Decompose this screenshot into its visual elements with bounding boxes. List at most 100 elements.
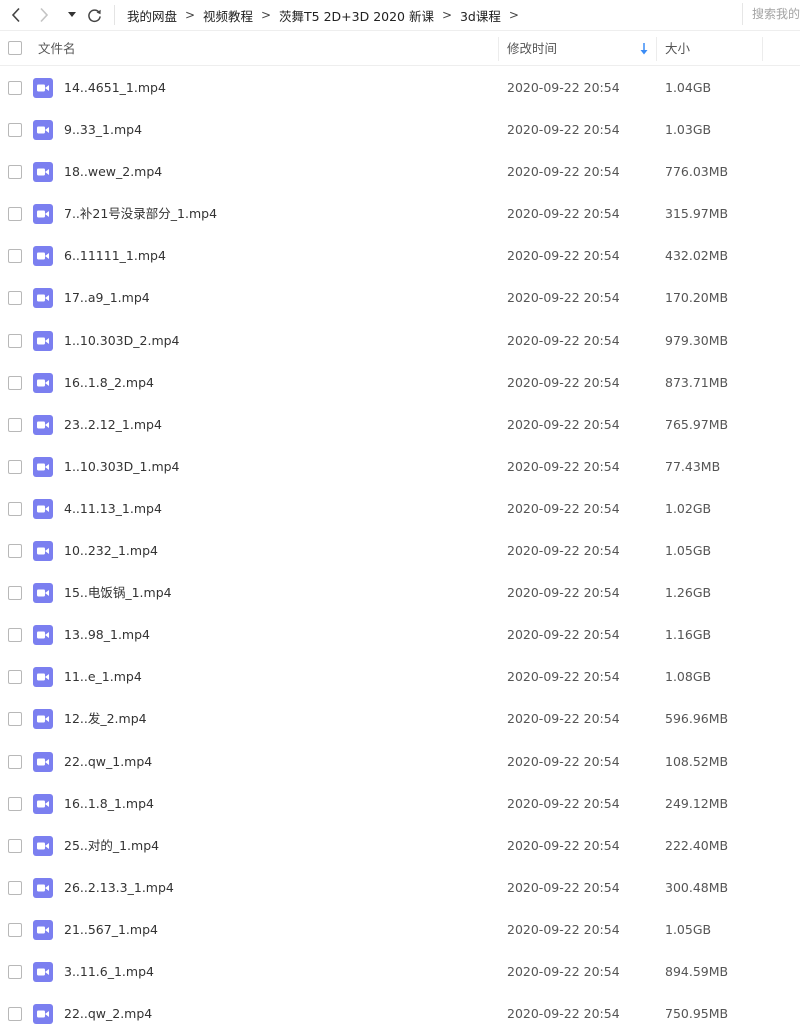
- file-modified-time: 2020-09-22 20:54: [507, 122, 620, 138]
- file-row[interactable]: 15..电饭锅_1.mp4 2020-09-22 20:54 1.26GB: [0, 572, 800, 614]
- video-file-icon: [33, 330, 53, 351]
- row-checkbox[interactable]: [8, 880, 22, 895]
- file-row[interactable]: 7..补21号没录部分_1.mp4 2020-09-22 20:54 315.9…: [0, 193, 800, 235]
- file-size: 1.05GB: [665, 921, 712, 937]
- breadcrumb-item-3d-course[interactable]: 3d课程: [460, 6, 501, 25]
- row-checkbox[interactable]: [8, 922, 22, 937]
- file-name: 12..发_2.mp4: [64, 711, 147, 727]
- row-checkbox[interactable]: [8, 123, 22, 138]
- file-row[interactable]: 9..33_1.mp4 2020-09-22 20:54 1.03GB: [0, 109, 800, 151]
- column-divider: [656, 37, 657, 61]
- file-row[interactable]: 23..2.12_1.mp4 2020-09-22 20:54 765.97MB: [0, 404, 800, 446]
- file-row[interactable]: 16..1.8_2.mp4 2020-09-22 20:54 873.71MB: [0, 362, 800, 404]
- file-name: 26..2.13.3_1.mp4: [64, 879, 174, 895]
- row-checkbox[interactable]: [8, 501, 22, 516]
- file-row[interactable]: 26..2.13.3_1.mp4 2020-09-22 20:54 300.48…: [0, 867, 800, 909]
- row-checkbox[interactable]: [8, 544, 22, 559]
- select-all-checkbox[interactable]: [8, 41, 22, 55]
- file-row[interactable]: 16..1.8_1.mp4 2020-09-22 20:54 249.12MB: [0, 783, 800, 825]
- file-size: 77.43MB: [665, 458, 721, 474]
- file-row[interactable]: 25..对的_1.mp4 2020-09-22 20:54 222.40MB: [0, 825, 800, 867]
- row-checkbox[interactable]: [8, 165, 22, 180]
- column-header-size[interactable]: 大小: [665, 31, 690, 66]
- refresh-button[interactable]: [84, 4, 104, 26]
- forward-button[interactable]: [34, 4, 54, 26]
- back-button[interactable]: [6, 4, 26, 26]
- row-checkbox[interactable]: [8, 586, 22, 601]
- file-row[interactable]: 17..a9_1.mp4 2020-09-22 20:54 170.20MB: [0, 277, 800, 319]
- file-row[interactable]: 6..11111_1.mp4 2020-09-22 20:54 432.02MB: [0, 235, 800, 277]
- video-file-icon: [33, 793, 53, 814]
- breadcrumb-item-video-tutorials[interactable]: 视频教程: [203, 6, 253, 25]
- file-size: 1.26GB: [665, 585, 712, 601]
- file-modified-time: 2020-09-22 20:54: [507, 669, 620, 685]
- file-name: 4..11.13_1.mp4: [64, 500, 162, 516]
- file-size: 765.97MB: [665, 416, 729, 432]
- row-checkbox[interactable]: [8, 375, 22, 390]
- file-row[interactable]: 1..10.303D_1.mp4 2020-09-22 20:54 77.43M…: [0, 446, 800, 488]
- file-size: 1.04GB: [665, 80, 712, 95]
- video-file-icon: [33, 204, 53, 225]
- file-modified-time: 2020-09-22 20:54: [507, 290, 620, 306]
- sort-descending-icon[interactable]: [638, 42, 650, 56]
- row-checkbox[interactable]: [8, 81, 22, 95]
- breadcrumb-separator: >: [261, 8, 272, 22]
- file-name: 17..a9_1.mp4: [64, 290, 150, 306]
- file-modified-time: 2020-09-22 20:54: [507, 1006, 620, 1022]
- video-file-icon: [33, 541, 53, 562]
- column-header: 文件名 修改时间 大小: [0, 30, 800, 66]
- file-name: 10..232_1.mp4: [64, 543, 158, 559]
- file-name: 13..98_1.mp4: [64, 627, 150, 643]
- file-row[interactable]: 3..11.6_1.mp4 2020-09-22 20:54 894.59MB: [0, 951, 800, 993]
- file-name: 16..1.8_2.mp4: [64, 374, 154, 390]
- video-file-icon: [33, 835, 53, 856]
- column-header-name[interactable]: 文件名: [38, 31, 76, 66]
- file-row[interactable]: 22..qw_2.mp4 2020-09-22 20:54 750.95MB: [0, 993, 800, 1035]
- row-checkbox[interactable]: [8, 417, 22, 432]
- row-checkbox[interactable]: [8, 628, 22, 643]
- row-checkbox[interactable]: [8, 838, 22, 853]
- file-row[interactable]: 1..10.303D_2.mp4 2020-09-22 20:54 979.30…: [0, 320, 800, 362]
- row-checkbox[interactable]: [8, 207, 22, 222]
- file-name: 25..对的_1.mp4: [64, 837, 160, 853]
- row-checkbox[interactable]: [8, 670, 22, 685]
- search-input[interactable]: [752, 0, 800, 28]
- row-checkbox[interactable]: [8, 459, 22, 474]
- column-header-modified[interactable]: 修改时间: [507, 31, 557, 66]
- video-file-icon: [33, 498, 53, 519]
- row-checkbox[interactable]: [8, 754, 22, 769]
- file-modified-time: 2020-09-22 20:54: [507, 921, 620, 937]
- video-file-icon: [33, 919, 53, 940]
- file-row[interactable]: 11..e_1.mp4 2020-09-22 20:54 1.08GB: [0, 656, 800, 698]
- file-size: 432.02MB: [665, 248, 729, 264]
- row-checkbox[interactable]: [8, 964, 22, 979]
- file-name: 14..4651_1.mp4: [64, 80, 166, 95]
- video-file-icon: [33, 372, 53, 393]
- row-checkbox[interactable]: [8, 712, 22, 727]
- caret-down-icon: [68, 12, 76, 17]
- file-row[interactable]: 13..98_1.mp4 2020-09-22 20:54 1.16GB: [0, 614, 800, 656]
- file-row[interactable]: 4..11.13_1.mp4 2020-09-22 20:54 1.02GB: [0, 488, 800, 530]
- file-row[interactable]: 12..发_2.mp4 2020-09-22 20:54 596.96MB: [0, 698, 800, 740]
- file-size: 979.30MB: [665, 332, 729, 348]
- file-modified-time: 2020-09-22 20:54: [507, 837, 620, 853]
- file-row[interactable]: 18..wew_2.mp4 2020-09-22 20:54 776.03MB: [0, 151, 800, 193]
- breadcrumb-separator: >: [184, 8, 196, 22]
- row-checkbox[interactable]: [8, 249, 22, 264]
- file-row[interactable]: 14..4651_1.mp4 2020-09-22 20:54 1.04GB: [0, 67, 800, 109]
- breadcrumb-item-my-drive[interactable]: 我的网盘: [127, 6, 177, 25]
- breadcrumb-item-course-folder[interactable]: 茨舞T5 2D+3D 2020 新课: [279, 6, 434, 25]
- file-row[interactable]: 21..567_1.mp4 2020-09-22 20:54 1.05GB: [0, 909, 800, 951]
- file-row[interactable]: 10..232_1.mp4 2020-09-22 20:54 1.05GB: [0, 530, 800, 572]
- refresh-icon: [87, 8, 101, 22]
- row-checkbox[interactable]: [8, 333, 22, 348]
- row-checkbox[interactable]: [8, 291, 22, 306]
- file-size: 249.12MB: [665, 795, 729, 811]
- file-row[interactable]: 22..qw_1.mp4 2020-09-22 20:54 108.52MB: [0, 741, 800, 783]
- column-divider: [498, 37, 499, 61]
- row-checkbox[interactable]: [8, 1007, 22, 1022]
- file-name: 9..33_1.mp4: [64, 122, 143, 138]
- breadcrumb-separator: >: [508, 8, 519, 22]
- row-checkbox[interactable]: [8, 796, 22, 811]
- history-dropdown-button[interactable]: [64, 4, 80, 26]
